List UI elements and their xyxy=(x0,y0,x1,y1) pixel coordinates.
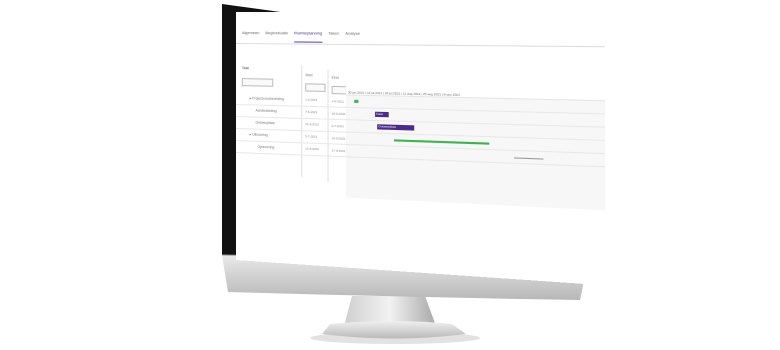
task-start: 7-6-2021 xyxy=(305,109,318,115)
gantt-bar[interactable]: Ontwerpfase xyxy=(377,124,415,131)
menu-divider xyxy=(236,43,605,48)
task-row-label[interactable]: ▸ Uitvoering xyxy=(250,132,268,137)
start-column-header: Start xyxy=(305,73,313,78)
task-end: 2-7-2021 xyxy=(331,123,344,129)
task-end: 18-6-2021 xyxy=(331,111,346,117)
task-filter-input[interactable] xyxy=(241,78,274,87)
screen-display: Algemeen Beginsituatie Ruimteplanning Ta… xyxy=(236,12,605,286)
start-filter[interactable] xyxy=(305,83,326,92)
task-row-label[interactable]: Ontwerpfase xyxy=(256,121,276,126)
task-row-label[interactable]: ▸ Projectvoorbereiding xyxy=(250,96,284,101)
task-row-label[interactable]: Oplevering xyxy=(257,145,274,150)
menu-item-general[interactable]: Algemeen xyxy=(242,30,260,42)
task-start: 5-7-2021 xyxy=(305,134,318,139)
task-end: 17-9-2021 xyxy=(331,148,346,154)
milestone-marker[interactable] xyxy=(354,99,359,103)
menu-item-analysis[interactable]: Analyse xyxy=(345,31,360,43)
menu-item-tasks[interactable]: Taken xyxy=(328,30,339,42)
end-column-header: Eind xyxy=(331,75,339,80)
top-menu: Algemeen Beginsituatie Ruimteplanning Ta… xyxy=(242,30,360,43)
stand-base xyxy=(322,321,466,339)
column-divider xyxy=(327,69,329,183)
monitor-mockup: Algemeen Beginsituatie Ruimteplanning Ta… xyxy=(0,0,780,350)
menu-item-planning[interactable]: Ruimteplanning xyxy=(294,30,323,43)
task-start: 21-6-2021 xyxy=(305,122,320,127)
tree-header: Taak xyxy=(241,66,250,71)
gantt-bar[interactable]: Fase xyxy=(375,111,389,118)
column-divider xyxy=(301,64,303,177)
menu-item-start[interactable]: Beginsituatie xyxy=(265,30,288,42)
task-row-label[interactable]: Aanbesteding xyxy=(256,109,277,114)
task-end: 10-9-2021 xyxy=(331,136,346,141)
task-start: 13-9-2021 xyxy=(305,146,320,152)
task-end: 4-6-2021 xyxy=(331,99,344,104)
task-start: 1-6-2021 xyxy=(305,97,318,102)
